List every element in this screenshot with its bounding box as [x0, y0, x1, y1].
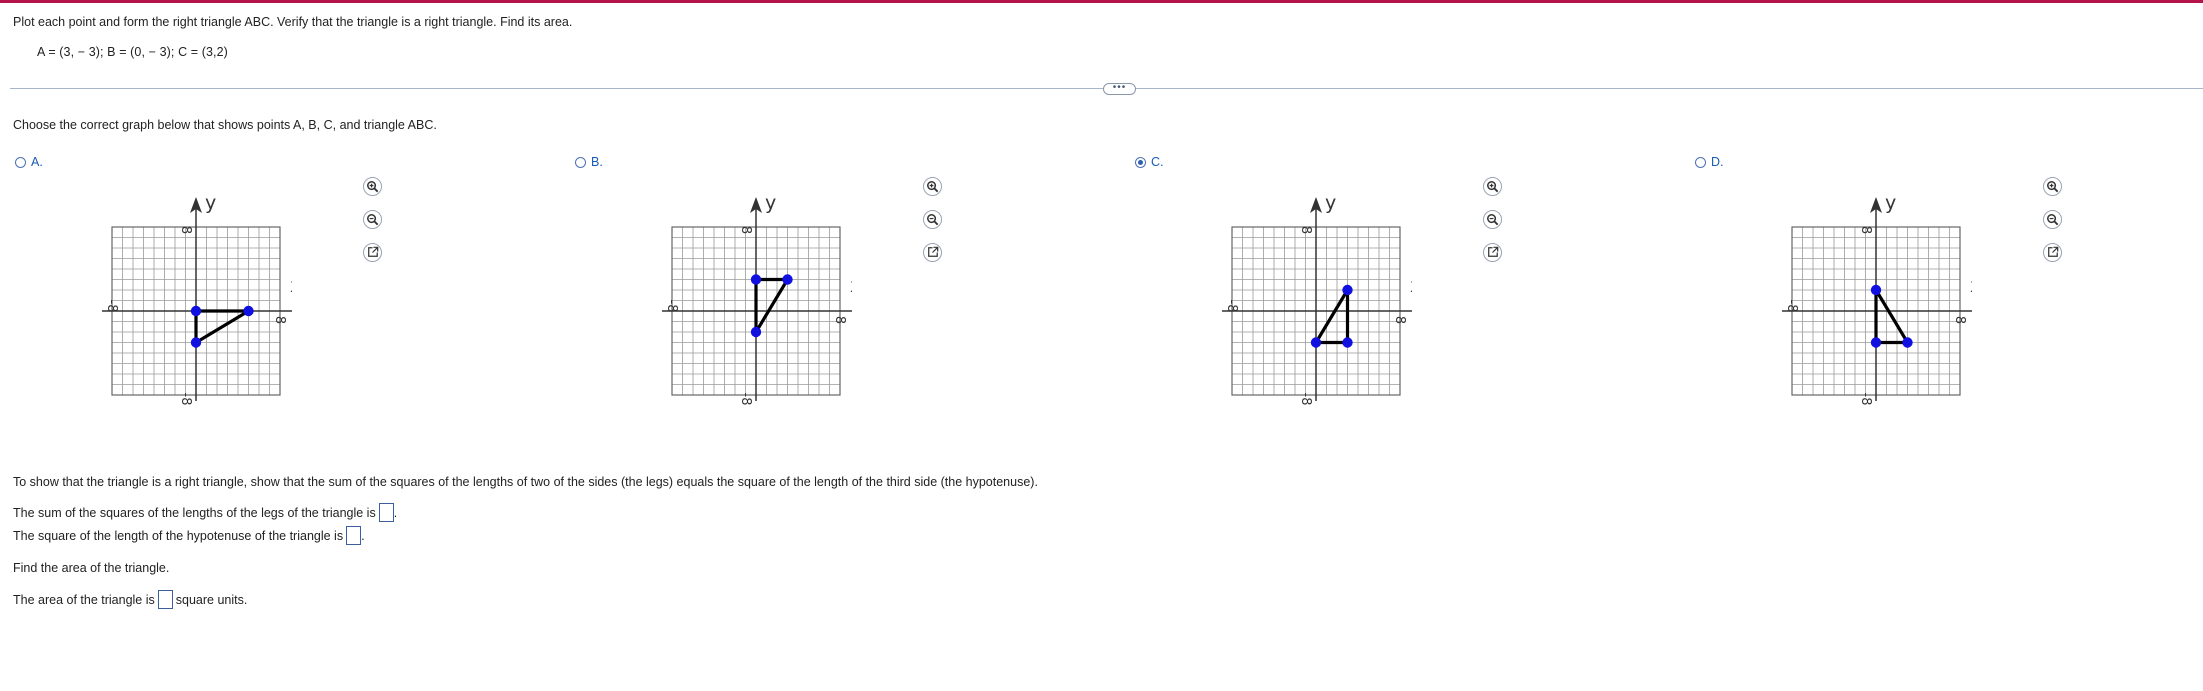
- triangle-vertex-point: [243, 305, 254, 317]
- area-answer-box[interactable]: [157, 590, 173, 609]
- coordinate-graph[interactable]: x y -8 8 8 -8: [52, 180, 292, 420]
- area-label: The area of the triangle is: [13, 592, 155, 607]
- choose-prompt: Choose the correct graph below that show…: [13, 118, 437, 132]
- more-button[interactable]: •••: [1103, 83, 1136, 95]
- tick-label-y-max: 8: [1298, 226, 1313, 234]
- hypotenuse-label: The square of the length of the hypotenu…: [13, 528, 344, 543]
- y-axis-label: y: [765, 192, 776, 214]
- sum-legs-line: The sum of the squares of the lengths of…: [13, 503, 397, 522]
- hypotenuse-suffix: .: [361, 528, 365, 543]
- triangle-abc: [194, 309, 251, 345]
- tick-label-y-max: 8: [178, 226, 193, 234]
- right-triangle-explanation: To show that the triangle is a right tri…: [13, 475, 1038, 489]
- triangle-abc: [1314, 288, 1350, 345]
- area-line: The area of the triangle is square units…: [13, 590, 247, 609]
- area-suffix: square units.: [175, 592, 248, 607]
- tick-label-y-max: 8: [738, 226, 753, 234]
- tick-label-y-max: 8: [1858, 226, 1873, 234]
- triangle-vertex-point: [1342, 337, 1353, 348]
- coordinate-graph[interactable]: x y -8 8 8 -8: [1732, 180, 1972, 420]
- radio-button[interactable]: [575, 156, 586, 168]
- top-accent-bar: [0, 0, 2203, 3]
- x-axis-label: x: [290, 275, 292, 297]
- option-letter: A.: [31, 155, 43, 169]
- new-window-icon[interactable]: [363, 243, 382, 262]
- triangle-vertex-point: [1310, 337, 1322, 348]
- zoom-out-icon[interactable]: [923, 210, 942, 229]
- x-axis-label: x: [1410, 275, 1412, 297]
- new-window-icon[interactable]: [923, 243, 942, 262]
- triangle-vertex-point: [782, 274, 793, 285]
- tick-label-x-max: 8: [272, 316, 287, 324]
- radio-button[interactable]: [1135, 156, 1146, 168]
- tick-label-y-min: -8: [1858, 393, 1873, 406]
- y-axis-label: y: [1325, 192, 1336, 214]
- hypotenuse-line: The square of the length of the hypotenu…: [13, 526, 365, 545]
- triangle-vertex-point: [1870, 337, 1882, 348]
- zoom-in-icon[interactable]: [363, 177, 382, 196]
- coordinate-graph[interactable]: x y -8 8 8 -8: [1172, 180, 1412, 420]
- triangle-vertex-point: [1902, 337, 1913, 348]
- zoom-in-icon[interactable]: [1483, 177, 1502, 196]
- new-window-icon[interactable]: [1483, 243, 1502, 262]
- graph-tools: [2043, 177, 2062, 262]
- tick-label-x-min: -8: [1224, 300, 1239, 313]
- tick-label-y-min: -8: [1298, 393, 1313, 406]
- x-axis-label: x: [850, 275, 852, 297]
- tick-label-y-min: -8: [178, 393, 193, 406]
- coordinate-graph[interactable]: x y -8 8 8 -8: [612, 180, 852, 420]
- tick-label-x-min: -8: [664, 300, 679, 313]
- zoom-in-icon[interactable]: [2043, 177, 2062, 196]
- hypotenuse-answer-box[interactable]: [346, 526, 362, 545]
- option-letter: C.: [1151, 155, 1164, 169]
- y-axis-label: y: [1885, 192, 1896, 214]
- axes: [1222, 197, 1412, 401]
- radio-button[interactable]: [15, 156, 26, 168]
- triangle-vertex-point: [1342, 284, 1353, 296]
- triangle-vertex-point: [190, 337, 202, 348]
- triangle-vertex-point: [190, 305, 202, 317]
- sum-legs-suffix: .: [393, 505, 398, 520]
- zoom-in-icon[interactable]: [923, 177, 942, 196]
- tick-label-x-min: -8: [104, 300, 119, 313]
- option-radio-label[interactable]: B.: [575, 155, 603, 169]
- triangle-abc: [754, 277, 790, 334]
- new-window-icon[interactable]: [2043, 243, 2062, 262]
- tick-label-x-max: 8: [832, 316, 847, 324]
- tick-label-x-max: 8: [1392, 316, 1407, 324]
- sum-legs-label: The sum of the squares of the lengths of…: [13, 505, 376, 520]
- y-axis-label: y: [205, 192, 216, 214]
- axes: [102, 197, 292, 401]
- tick-label-x-max: 8: [1952, 316, 1967, 324]
- triangle-vertex-point: [1870, 284, 1882, 296]
- triangle-abc: [1874, 288, 1910, 345]
- question-points: A = (3, − 3); B = (0, − 3); C = (3,2): [37, 45, 228, 59]
- zoom-out-icon[interactable]: [363, 210, 382, 229]
- graph-tools: [923, 177, 942, 262]
- option-radio-label[interactable]: A.: [15, 155, 43, 169]
- triangle-vertex-point: [750, 326, 762, 338]
- graph-tools: [1483, 177, 1502, 262]
- option-radio-label[interactable]: C.: [1135, 155, 1164, 169]
- tick-label-x-min: -8: [1784, 300, 1799, 313]
- question-instruction: Plot each point and form the right trian…: [13, 15, 573, 29]
- radio-button[interactable]: [1695, 156, 1706, 168]
- option-radio-label[interactable]: D.: [1695, 155, 1724, 169]
- graph-tools: [363, 177, 382, 262]
- area-prompt-line: Find the area of the triangle.: [13, 561, 169, 575]
- triangle-vertex-point: [750, 274, 762, 285]
- option-letter: D.: [1711, 155, 1724, 169]
- tick-label-y-min: -8: [738, 393, 753, 406]
- area-prompt: Find the area of the triangle.: [13, 561, 170, 575]
- option-letter: B.: [591, 155, 603, 169]
- zoom-out-icon[interactable]: [2043, 210, 2062, 229]
- sum-legs-answer-box[interactable]: [378, 503, 394, 522]
- x-axis-label: x: [1970, 275, 1972, 297]
- zoom-out-icon[interactable]: [1483, 210, 1502, 229]
